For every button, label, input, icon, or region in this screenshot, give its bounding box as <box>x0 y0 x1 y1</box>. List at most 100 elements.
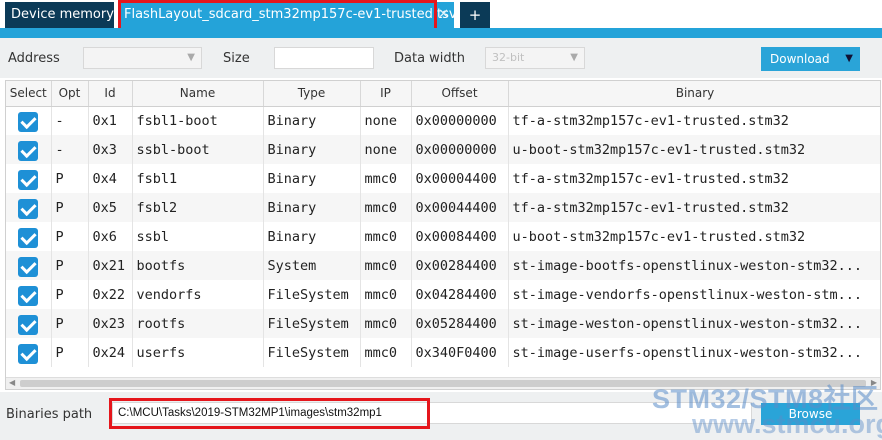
offset-cell: 0x05284400 <box>411 309 509 338</box>
select-cell <box>6 280 52 309</box>
name-cell: bootfs <box>132 251 264 280</box>
browse-button[interactable]: Browse <box>761 403 860 425</box>
data-width-label: Data width <box>394 51 466 66</box>
ip-cell: mmc0 <box>360 309 412 338</box>
table-row[interactable]: -0x1 fsbl1-boot Binary none 0x00000000 tf-a-s… <box>6 106 880 135</box>
table-row[interactable]: -0x3 ssbl-boot Binary none 0x00000000 u-boot-… <box>6 135 880 164</box>
select-checkbox[interactable] <box>18 198 39 219</box>
binary-cell: st-image-vendorfs-openstlinux-weston-stm… <box>508 280 880 309</box>
select-checkbox[interactable] <box>18 140 39 161</box>
table-row[interactable]: P 0x23 rootfs FileSystem mmc0 0x05284400 st-im… <box>6 309 880 338</box>
select-checkbox[interactable] <box>18 256 39 277</box>
download-label: Download <box>770 52 830 66</box>
ip-cell: mmc0 <box>360 251 412 280</box>
select-checkbox[interactable] <box>18 169 39 190</box>
name-cell: fsbl1 <box>132 164 264 193</box>
type-cell: Binary <box>263 106 361 135</box>
column-header[interactable]: Binary <box>508 81 880 107</box>
scroll-left-icon[interactable]: ◀ <box>9 378 15 387</box>
offset-cell: 0x340F0400 <box>411 338 509 367</box>
table-row[interactable]: P 0x24 userfs FileSystem mmc0 0x340F0400 st-im… <box>6 338 880 367</box>
offset-cell: 0x00000000 <box>411 135 509 164</box>
id-cell: 0x21 <box>88 251 133 280</box>
select-cell <box>6 309 52 338</box>
data-width-value: 32-bit <box>492 51 525 64</box>
column-header[interactable]: Select <box>6 81 52 107</box>
download-button[interactable]: Download ▼ <box>761 47 860 71</box>
binaries-path-label: Binaries path <box>6 407 93 422</box>
opt-cell: P <box>51 222 89 251</box>
type-cell: Binary <box>263 193 361 222</box>
binary-cell: tf-a-stm32mp157c-ev1-trusted.stm32 <box>508 193 880 222</box>
chevron-down-icon[interactable]: ▼ <box>845 47 853 71</box>
binary-cell: u-boot-stm32mp157c-ev1-trusted.stm32 <box>508 222 880 251</box>
name-cell: userfs <box>132 338 264 367</box>
horizontal-scrollbar[interactable]: ◀ ▶ <box>6 377 880 389</box>
id-cell: 0x24 <box>88 338 133 367</box>
table-row[interactable]: P 0x5 fsbl2 Binary mmc0 0x00044400 tf-a-stm32m… <box>6 193 880 222</box>
tab-underline <box>0 28 882 38</box>
type-cell: FileSystem <box>263 309 361 338</box>
select-cell <box>6 106 52 135</box>
table-row[interactable]: P 0x6 ssbl Binary mmc0 0x00084400 u-boot-stm32… <box>6 222 880 251</box>
ip-cell: none <box>360 135 412 164</box>
opt-cell: - <box>51 135 89 164</box>
partition-table-panel: Select Opt Id Name Type IP Offset Binary… <box>5 80 881 390</box>
size-label: Size <box>223 51 250 66</box>
offset-cell: 0x00284400 <box>411 251 509 280</box>
name-cell: fsbl2 <box>132 193 264 222</box>
id-cell: 0x6 <box>88 222 133 251</box>
select-cell <box>6 222 52 251</box>
opt-cell: P <box>51 338 89 367</box>
offset-cell: 0x00044400 <box>411 193 509 222</box>
size-input[interactable] <box>274 47 374 69</box>
name-cell: ssbl-boot <box>132 135 264 164</box>
close-icon[interactable]: ✕ <box>438 2 449 28</box>
tab-flash-layout[interactable]: FlashLayout_sdcard_stm32mp157c-ev1-trust… <box>118 2 457 28</box>
select-cell <box>6 193 52 222</box>
type-cell: Binary <box>263 222 361 251</box>
opt-cell: P <box>51 280 89 309</box>
id-cell: 0x5 <box>88 193 133 222</box>
opt-cell: - <box>51 106 89 135</box>
select-checkbox[interactable] <box>18 227 39 248</box>
column-header[interactable]: IP <box>360 81 412 107</box>
type-cell: System <box>263 251 361 280</box>
address-select[interactable]: ▼ <box>83 47 202 69</box>
offset-cell: 0x00084400 <box>411 222 509 251</box>
table-row[interactable]: P 0x22 vendorfs FileSystem mmc0 0x04284400 st-… <box>6 280 880 309</box>
select-cell <box>6 251 52 280</box>
binary-cell: tf-a-stm32mp157c-ev1-trusted.stm32 <box>508 106 880 135</box>
table-row[interactable]: P 0x4 fsbl1 Binary mmc0 0x00004400 tf-a-stm32m… <box>6 164 880 193</box>
add-tab-button[interactable]: + <box>460 2 490 28</box>
type-cell: Binary <box>263 164 361 193</box>
select-checkbox[interactable] <box>18 111 39 132</box>
scroll-right-icon[interactable]: ▶ <box>871 378 877 387</box>
name-cell: vendorfs <box>132 280 264 309</box>
column-header[interactable]: Type <box>263 81 361 107</box>
ip-cell: none <box>360 106 412 135</box>
binaries-path-input[interactable]: C:\MCU\Tasks\2019-STM32MP1\images\stm32m… <box>112 402 752 424</box>
binary-cell: u-boot-stm32mp157c-ev1-trusted.stm32 <box>508 135 880 164</box>
column-header[interactable]: Name <box>132 81 264 107</box>
opt-cell: P <box>51 251 89 280</box>
data-width-select[interactable]: 32-bit ▼ <box>485 47 585 69</box>
column-header[interactable]: Offset <box>411 81 509 107</box>
chevron-down-icon: ▼ <box>187 52 195 63</box>
select-checkbox[interactable] <box>18 285 39 306</box>
column-header[interactable]: Id <box>88 81 133 107</box>
id-cell: 0x22 <box>88 280 133 309</box>
column-header[interactable]: Opt <box>51 81 89 107</box>
select-checkbox[interactable] <box>18 343 39 364</box>
offset-cell: 0x04284400 <box>411 280 509 309</box>
tab-device-memory[interactable]: Device memory <box>5 2 114 28</box>
ip-cell: mmc0 <box>360 338 412 367</box>
type-cell: FileSystem <box>263 280 361 309</box>
select-checkbox[interactable] <box>18 314 39 335</box>
scrollbar-thumb[interactable] <box>20 380 866 387</box>
name-cell: rootfs <box>132 309 264 338</box>
table-row[interactable]: P 0x21 bootfs System mmc0 0x00284400 st-image-… <box>6 251 880 280</box>
tab-bar: Device memory FlashLayout_sdcard_stm32mp… <box>0 0 882 33</box>
name-cell: fsbl1-boot <box>132 106 264 135</box>
type-cell: Binary <box>263 135 361 164</box>
